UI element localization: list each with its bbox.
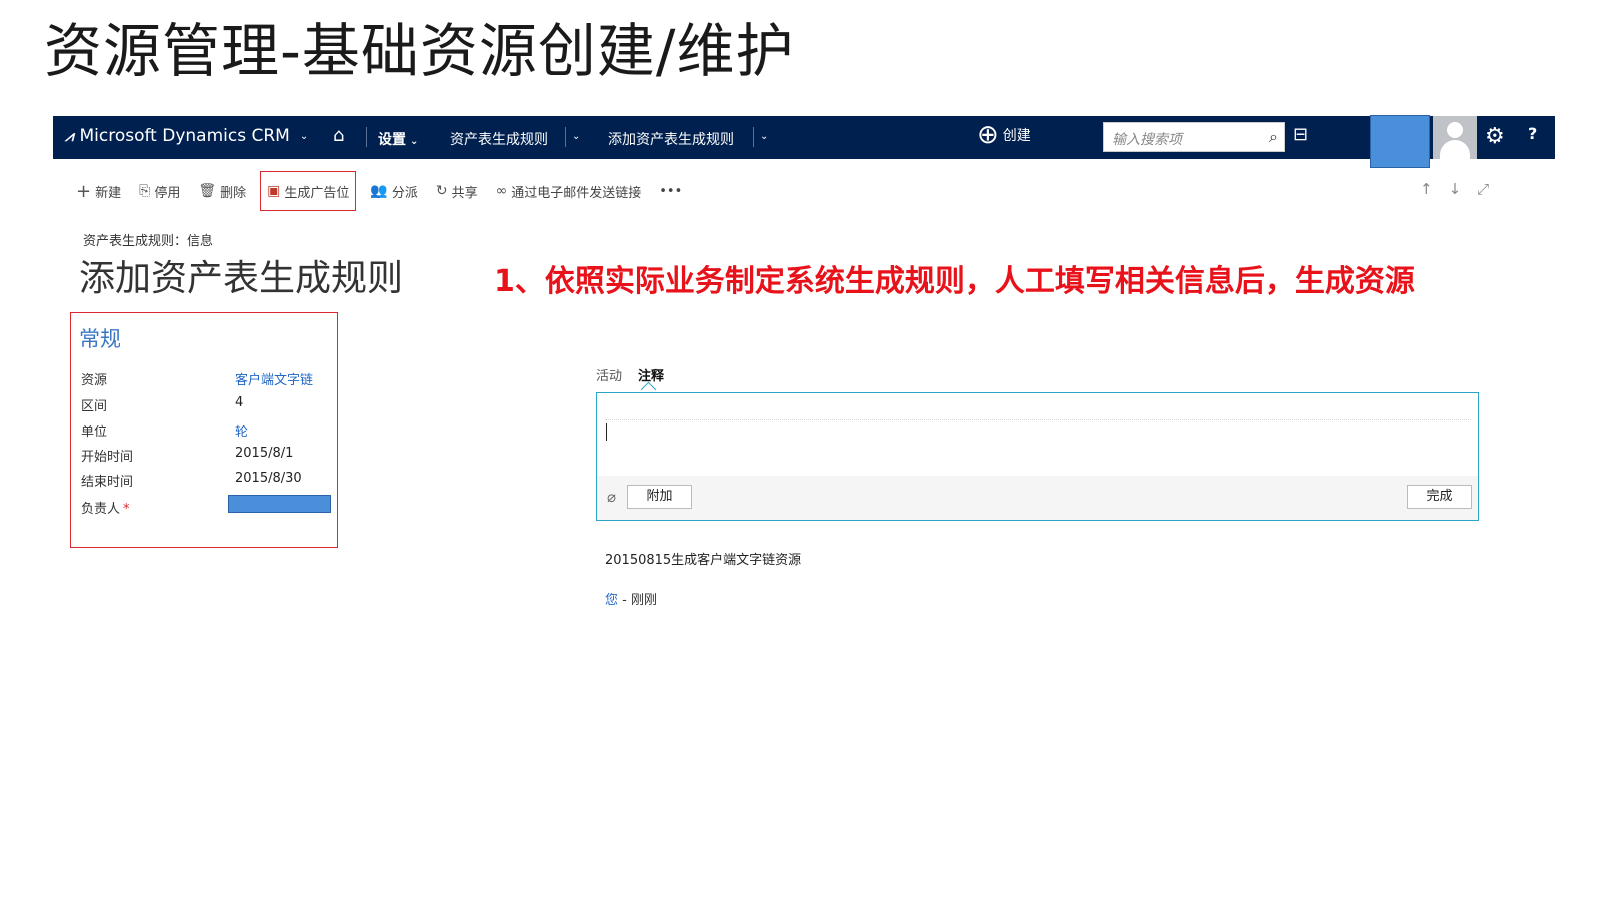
new-button[interactable]: + 新建 [76, 176, 121, 206]
arrow-up-icon[interactable]: ↑ [1420, 180, 1433, 198]
deactivate-button[interactable]: ⎘ 停用 [139, 176, 180, 206]
redacted-owner-value[interactable] [228, 495, 331, 513]
search-icon[interactable]: ⌕ [1269, 127, 1278, 147]
deactivate-icon: ⎘ [139, 183, 151, 199]
note-meta: 您 - 刚刚 [605, 589, 657, 608]
nav-separator [366, 127, 367, 147]
done-button[interactable]: 完成 [1407, 485, 1472, 509]
tab-notes[interactable]: 注释 [638, 365, 664, 384]
link-icon: ∞ [495, 183, 508, 199]
note-time: 刚刚 [631, 593, 658, 608]
arrow-down-icon[interactable]: ↓ [1449, 180, 1462, 198]
share-button[interactable]: ↻ 共享 [436, 176, 478, 206]
field-start-time[interactable]: 开始时间 2015/8/1 [81, 446, 331, 470]
field-label: 结束时间 [81, 475, 134, 490]
field-value[interactable]: 4 [235, 395, 243, 410]
avatar-body-shape [1440, 140, 1470, 159]
field-value[interactable]: 客户端文字链 [235, 369, 313, 388]
chevron-down-icon: ⌄ [299, 130, 309, 142]
avatar[interactable] [1433, 116, 1477, 159]
page-title: 添加资产表生成规则 [79, 258, 404, 299]
field-label: 资源 [81, 373, 108, 388]
command-bar: + 新建 ⎘ 停用 🗑 删除 ▣ 生成广告位 👥 分派 ↻ 共享 ∞ 通过电子邮… [76, 171, 700, 211]
field-resource[interactable]: 资源 客户端文字链 [81, 369, 331, 393]
more-commands-button[interactable]: ••• [659, 176, 682, 206]
email-link-button[interactable]: ∞ 通过电子邮件发送链接 [496, 176, 642, 206]
brand-label: Microsoft Dynamics CRM [79, 126, 290, 146]
nav-separator [565, 127, 566, 147]
assign-users-icon: 👥 [370, 183, 388, 199]
note-editor[interactable]: ⌀ 附加 完成 [596, 392, 1479, 521]
gear-icon[interactable]: ⚙ [1485, 124, 1505, 149]
generate-icon: ▣ [267, 183, 281, 199]
field-label: 开始时间 [81, 450, 134, 465]
field-interval[interactable]: 区间 4 [81, 395, 331, 419]
divider [605, 419, 1471, 420]
note-author[interactable]: 您 [605, 593, 618, 608]
redacted-user-block [1370, 115, 1430, 168]
field-label: 区间 [81, 399, 108, 414]
chevron-down-icon[interactable]: ⌄ [760, 131, 768, 142]
record-navigation: ↑ ↓ ⤢ [1420, 180, 1489, 198]
nav-item-asset-rules[interactable]: 资产表生成规则 [450, 129, 548, 149]
help-icon[interactable]: ? [1528, 124, 1537, 143]
note-editor-footer: ⌀ 附加 完成 [597, 476, 1478, 520]
chevron-down-icon[interactable]: ⌄ [572, 131, 580, 142]
social-pane-tabs: 活动 注释 [596, 365, 664, 384]
general-section: 常规 资源 客户端文字链 区间 4 单位 轮 开始时间 2015/8/1 结束时… [70, 312, 338, 548]
field-value[interactable]: 轮 [235, 421, 248, 440]
field-value[interactable]: 2015/8/1 [235, 446, 293, 461]
trash-icon: 🗑 [198, 183, 217, 199]
note-content: 20150815生成客户端文字链资源 [605, 553, 802, 568]
nav-separator [753, 127, 754, 147]
field-value[interactable]: 2015/8/30 [235, 471, 302, 486]
expand-icon[interactable]: ⤢ [1477, 180, 1489, 198]
assign-button[interactable]: 👥 分派 [370, 176, 417, 206]
slide-title: 资源管理-基础资源创建/维护 [44, 17, 795, 85]
top-navigation-bar: ⩘ Microsoft Dynamics CRM ⌄ ⌂ 设置 ⌄ 资产表生成规则… [53, 115, 1555, 168]
generate-ad-slot-button[interactable]: ▣ 生成广告位 [260, 171, 357, 211]
search-input[interactable]: 输入搜索项 ⌕ [1103, 122, 1285, 152]
nav-item-add-asset-rule[interactable]: 添加资产表生成规则 [608, 129, 734, 149]
create-button[interactable]: ⊕ 创建 [977, 122, 1031, 148]
nav-item-settings[interactable]: 设置 ⌄ [378, 129, 418, 149]
share-icon: ↻ [435, 183, 448, 199]
section-title: 常规 [79, 327, 121, 351]
note-meta-separator: - [622, 593, 627, 608]
dynamics-logo-icon: ⩘ [65, 127, 74, 145]
required-marker: * [123, 502, 130, 517]
text-cursor [606, 423, 607, 441]
brand-menu[interactable]: ⩘ Microsoft Dynamics CRM ⌄ [65, 126, 308, 146]
delete-button[interactable]: 🗑 删除 [198, 176, 246, 206]
home-icon[interactable]: ⌂ [333, 125, 344, 146]
field-end-time[interactable]: 结束时间 2015/8/30 [81, 471, 331, 495]
chevron-down-icon: ⌄ [410, 136, 419, 147]
field-label: 单位 [81, 425, 108, 440]
advanced-find-icon[interactable]: ⊟ [1293, 124, 1308, 145]
annotation-note: 1、依照实际业务制定系统生成规则，人工填写相关信息后，生成资源 [494, 264, 1415, 299]
field-owner[interactable]: 负责人 * [81, 495, 331, 522]
field-label: 负责人 * [81, 502, 130, 517]
avatar-head-shape [1447, 122, 1463, 138]
paperclip-icon[interactable]: ⌀ [607, 488, 616, 506]
tab-activities[interactable]: 活动 [596, 365, 622, 384]
breadcrumb: 资产表生成规则：信息 [83, 234, 214, 249]
plus-icon: + [76, 180, 92, 202]
attach-button[interactable]: 附加 [627, 485, 692, 509]
field-unit[interactable]: 单位 轮 [81, 421, 331, 445]
plus-circle-icon: ⊕ [977, 120, 999, 150]
